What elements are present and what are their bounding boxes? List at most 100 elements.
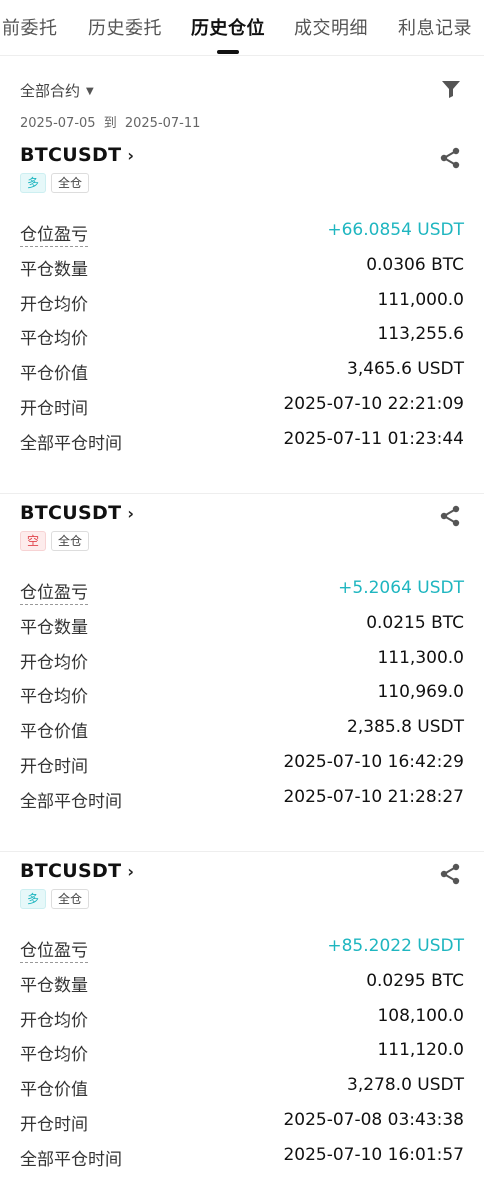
tab-trade-history[interactable]: 成交明细 (294, 14, 368, 40)
margin-mode-badge: 全仓 (51, 889, 90, 909)
close-time-value: 2025-07-11 01:23:44 (283, 428, 464, 449)
close-qty-value: 0.0295 BTC (366, 970, 464, 991)
position-header[interactable]: BTCUSDT › 空全仓 (20, 502, 134, 551)
position-symbol: BTCUSDT (20, 860, 122, 882)
margin-mode-badge: 全仓 (51, 531, 90, 551)
date-to: 2025-07-11 (124, 116, 201, 131)
position-details: 仓位盈亏 +85.2022 USDT 平仓数量 0.0295 BTC 开仓均价 … (20, 930, 464, 1174)
tab-interest-records[interactable]: 利息记录 (398, 14, 472, 40)
caret-down-icon: ▼ (86, 86, 94, 97)
position-card: BTCUSDT › 空全仓 仓位盈亏 +5.2064 USDT 平仓数量 0.02… (0, 494, 484, 852)
pnl-row: 仓位盈亏 +5.2064 USDT (20, 572, 464, 607)
chevron-right-icon: › (127, 504, 134, 523)
open-time-value: 2025-07-10 16:42:29 (283, 751, 464, 772)
close-value-value: 3,465.6 USDT (347, 359, 464, 380)
pnl-value: +66.0854 USDT (327, 220, 464, 240)
position-tags: 空全仓 (20, 530, 134, 551)
filter-icon[interactable] (440, 78, 462, 100)
position-tags: 多全仓 (20, 172, 134, 193)
pnl-label[interactable]: 仓位盈亏 (20, 578, 88, 605)
close-time-label: 全部平仓时间 (20, 1149, 122, 1170)
close-qty-value: 0.0215 BTC (366, 612, 464, 633)
open-time-label: 开仓时间 (20, 756, 88, 777)
close-avg-value: 111,120.0 (377, 1040, 464, 1061)
side-badge: 空 (20, 531, 47, 551)
side-badge: 多 (20, 889, 47, 909)
close-qty-value: 0.0306 BTC (366, 254, 464, 275)
tab-position-history[interactable]: 历史仓位 (191, 14, 265, 40)
contract-dropdown-label: 全部合约 (20, 82, 81, 100)
close-value-row: 平仓价值 2,385.8 USDT (20, 711, 464, 746)
close-time-row: 全部平仓时间 2025-07-10 21:28:27 (20, 781, 464, 816)
pnl-label[interactable]: 仓位盈亏 (20, 220, 88, 247)
position-header[interactable]: BTCUSDT › 多全仓 (20, 144, 134, 193)
close-value-row: 平仓价值 3,278.0 USDT (20, 1069, 464, 1104)
active-tab-indicator (217, 50, 239, 54)
chevron-right-icon: › (127, 146, 134, 165)
share-icon[interactable] (438, 146, 462, 170)
close-time-row: 全部平仓时间 2025-07-11 01:23:44 (20, 423, 464, 458)
chevron-right-icon: › (127, 862, 134, 881)
open-time-value: 2025-07-10 22:21:09 (283, 393, 464, 414)
filter-bar: 全部合约 ▼ 2025-07-05 到 2025-07-11 (0, 56, 484, 136)
close-avg-value: 110,969.0 (377, 682, 464, 703)
close-time-label: 全部平仓时间 (20, 433, 122, 454)
open-time-label: 开仓时间 (20, 1114, 88, 1135)
contract-dropdown[interactable]: 全部合约 ▼ (20, 80, 94, 101)
position-card: BTCUSDT › 多全仓 仓位盈亏 +66.0854 USDT 平仓数量 0.0… (0, 136, 484, 494)
pnl-label[interactable]: 仓位盈亏 (20, 936, 88, 963)
close-time-label: 全部平仓时间 (20, 791, 122, 812)
close-avg-row: 平仓均价 111,120.0 (20, 1034, 464, 1069)
close-avg-label: 平仓均价 (20, 1045, 88, 1066)
position-symbol: BTCUSDT (20, 502, 122, 524)
share-icon[interactable] (438, 862, 462, 886)
open-avg-label: 开仓均价 (20, 1010, 88, 1031)
open-avg-row: 开仓均价 111,300.0 (20, 642, 464, 677)
open-avg-label: 开仓均价 (20, 652, 88, 673)
close-avg-label: 平仓均价 (20, 329, 88, 350)
close-avg-label: 平仓均价 (20, 687, 88, 708)
open-time-row: 开仓时间 2025-07-08 03:43:38 (20, 1104, 464, 1139)
close-value-value: 2,385.8 USDT (347, 717, 464, 738)
close-qty-label: 平仓数量 (20, 975, 88, 996)
share-icon[interactable] (438, 504, 462, 528)
position-symbol: BTCUSDT (20, 144, 122, 166)
position-header[interactable]: BTCUSDT › 多全仓 (20, 860, 134, 909)
open-avg-row: 开仓均价 111,000.0 (20, 284, 464, 319)
date-from: 2025-07-05 (20, 116, 96, 131)
tab-open-orders[interactable]: 前委托 (2, 14, 58, 40)
close-time-value: 2025-07-10 21:28:27 (283, 786, 464, 807)
close-value-label: 平仓价值 (20, 364, 88, 385)
close-time-row: 全部平仓时间 2025-07-10 16:01:57 (20, 1139, 464, 1174)
close-time-value: 2025-07-10 16:01:57 (283, 1144, 464, 1165)
open-time-row: 开仓时间 2025-07-10 16:42:29 (20, 746, 464, 781)
close-value-label: 平仓价值 (20, 1080, 88, 1101)
close-qty-row: 平仓数量 0.0306 BTC (20, 249, 464, 284)
close-qty-row: 平仓数量 0.0215 BTC (20, 607, 464, 642)
close-value-row: 平仓价值 3,465.6 USDT (20, 353, 464, 388)
open-time-label: 开仓时间 (20, 398, 88, 419)
open-avg-value: 111,300.0 (377, 647, 464, 668)
position-card: BTCUSDT › 多全仓 仓位盈亏 +85.2022 USDT 平仓数量 0.0… (0, 852, 484, 1200)
position-tags: 多全仓 (20, 888, 134, 909)
close-avg-row: 平仓均价 110,969.0 (20, 676, 464, 711)
pnl-value: +85.2022 USDT (327, 936, 464, 956)
close-value-label: 平仓价值 (20, 722, 88, 743)
open-avg-value: 111,000.0 (377, 289, 464, 310)
open-time-row: 开仓时间 2025-07-10 22:21:09 (20, 388, 464, 423)
pnl-row: 仓位盈亏 +66.0854 USDT (20, 214, 464, 249)
close-qty-row: 平仓数量 0.0295 BTC (20, 965, 464, 1000)
position-details: 仓位盈亏 +5.2064 USDT 平仓数量 0.0215 BTC 开仓均价 1… (20, 572, 464, 816)
close-avg-value: 113,255.6 (377, 324, 464, 345)
close-qty-label: 平仓数量 (20, 617, 88, 638)
date-separator: 到 (103, 116, 117, 131)
margin-mode-badge: 全仓 (51, 173, 90, 193)
pnl-value: +5.2064 USDT (338, 578, 464, 598)
date-range[interactable]: 2025-07-05 到 2025-07-11 (20, 112, 204, 131)
open-avg-row: 开仓均价 108,100.0 (20, 1000, 464, 1035)
pnl-row: 仓位盈亏 +85.2022 USDT (20, 930, 464, 965)
tab-order-history[interactable]: 历史委托 (88, 14, 162, 40)
open-avg-value: 108,100.0 (377, 1005, 464, 1026)
tab-bar: 前委托 历史委托 历史仓位 成交明细 利息记录 (0, 0, 484, 56)
close-avg-row: 平仓均价 113,255.6 (20, 318, 464, 353)
